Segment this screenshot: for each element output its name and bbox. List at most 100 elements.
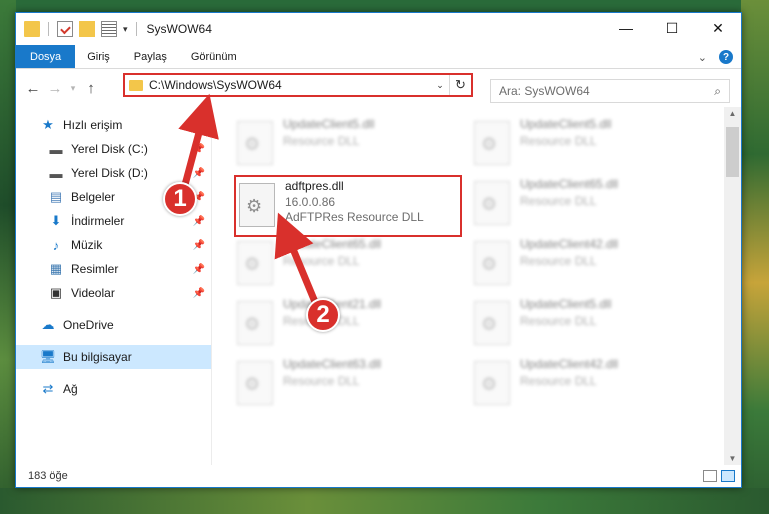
- file-description: Resource DLL: [520, 254, 597, 268]
- sidebar-item-local-disk-c[interactable]: ▬ Yerel Disk (C:) 📌: [16, 137, 211, 161]
- maximize-button[interactable]: ☐: [649, 13, 695, 43]
- item-count: 183 öğe: [28, 470, 68, 482]
- pin-icon[interactable]: 📌: [193, 216, 205, 227]
- view-options-icon[interactable]: [101, 21, 117, 37]
- dll-file-icon: [237, 301, 273, 345]
- dll-file-icon: [474, 121, 510, 165]
- callout-badge-1: 1: [163, 182, 197, 216]
- toolbar-separator: [48, 22, 49, 36]
- folder-icon: [129, 79, 143, 91]
- recent-locations-chevron-icon[interactable]: ▾: [66, 83, 80, 94]
- file-item[interactable]: UpdateClient63.dll Resource DLL: [237, 357, 457, 413]
- navigation-pane: ★ Hızlı erişim ▬ Yerel Disk (C:) 📌 ▬ Yer…: [16, 107, 212, 465]
- details-view-icon[interactable]: [703, 470, 717, 482]
- sidebar-item-quick-access[interactable]: ★ Hızlı erişim: [16, 113, 211, 137]
- dll-file-icon: [474, 241, 510, 285]
- dll-file-icon: [474, 301, 510, 345]
- tab-home[interactable]: Giriş: [75, 45, 122, 68]
- pin-icon[interactable]: 📌: [193, 144, 205, 155]
- sidebar-item-label: Belgeler: [71, 190, 116, 204]
- sidebar-item-label: Yerel Disk (C:): [71, 142, 148, 156]
- tab-file[interactable]: Dosya: [16, 45, 76, 68]
- file-item[interactable]: UpdateClient42.dll Resource DLL: [474, 237, 694, 293]
- documents-icon: ▤: [49, 189, 63, 204]
- sidebar-item-music[interactable]: ♪ Müzik 📌: [16, 233, 211, 257]
- help-icon[interactable]: ?: [719, 50, 733, 64]
- refresh-icon[interactable]: ↻: [449, 75, 471, 95]
- sidebar-item-network[interactable]: ⇄ Ağ: [16, 377, 211, 401]
- scroll-up-icon[interactable]: ▲: [724, 109, 741, 118]
- pin-icon[interactable]: 📌: [193, 288, 205, 299]
- pin-icon[interactable]: 📌: [193, 240, 205, 251]
- title-bar: ▾ SysWOW64 — ☐ ✕: [16, 13, 741, 45]
- highlighted-file-frame: adftpres.dll 16.0.0.86 AdFTPRes Resource…: [234, 175, 462, 237]
- file-item[interactable]: UpdateClient65.dll Resource DLL: [474, 177, 694, 233]
- ribbon-tabs: Dosya Giriş Paylaş Görünüm ⌄ ?: [16, 45, 741, 69]
- scrollbar-thumb[interactable]: [726, 127, 739, 177]
- file-name: UpdateClient65.dll: [283, 237, 382, 251]
- dll-file-icon: [237, 361, 273, 405]
- file-item[interactable]: UpdateClient5.dll Resource DLL: [474, 297, 694, 353]
- address-path[interactable]: C:\Windows\SysWOW64: [149, 78, 431, 92]
- drive-icon: ▬: [49, 141, 63, 157]
- file-item[interactable]: UpdateClient42.dll Resource DLL: [474, 357, 694, 413]
- file-item[interactable]: UpdateClient5.dll Resource DLL: [474, 117, 694, 173]
- drive-icon: ▬: [49, 165, 63, 181]
- scroll-down-icon[interactable]: ▼: [724, 454, 741, 463]
- toolbar-separator: [135, 22, 137, 36]
- dll-file-icon: [237, 121, 273, 165]
- file-description: Resource DLL: [520, 134, 597, 148]
- dll-file-icon: [237, 241, 273, 285]
- sidebar-item-videos[interactable]: ▣ Videolar 📌: [16, 281, 211, 305]
- sidebar-item-pictures[interactable]: ▦ Resimler 📌: [16, 257, 211, 281]
- vertical-scrollbar[interactable]: ▲ ▼: [724, 107, 741, 465]
- new-folder-icon[interactable]: [79, 21, 95, 37]
- address-dropdown-chevron-icon[interactable]: ⌄: [431, 80, 449, 91]
- file-name: UpdateClient5.dll: [520, 117, 612, 131]
- downloads-icon: ⬇: [50, 213, 62, 228]
- file-name: UpdateClient63.dll: [283, 357, 382, 371]
- file-item[interactable]: UpdateClient21.dll Resource DLL: [237, 297, 457, 353]
- up-arrow-icon[interactable]: ↑: [80, 80, 102, 97]
- search-input[interactable]: Ara: SysWOW64 ⌕: [490, 79, 730, 103]
- pictures-icon: ▦: [49, 261, 63, 276]
- pin-icon[interactable]: 📌: [193, 264, 205, 275]
- pin-icon[interactable]: 📌: [193, 168, 205, 179]
- sidebar-item-label: Yerel Disk (D:): [71, 166, 148, 180]
- desktop-background-right: [741, 0, 769, 514]
- file-item-adftpres[interactable]: adftpres.dll 16.0.0.86 AdFTPRes Resource…: [236, 177, 456, 233]
- file-item[interactable]: UpdateClient5.dll Resource DLL: [237, 117, 457, 173]
- forward-arrow-icon[interactable]: →: [44, 80, 66, 97]
- sidebar-item-label: Ağ: [63, 382, 78, 396]
- tab-share[interactable]: Paylaş: [122, 45, 179, 68]
- customize-toolbar-chevron-icon[interactable]: ▾: [123, 24, 128, 35]
- file-name: UpdateClient5.dll: [283, 117, 375, 131]
- properties-icon[interactable]: [57, 21, 73, 37]
- tab-view[interactable]: Görünüm: [179, 45, 249, 68]
- sidebar-item-this-pc[interactable]: 🖥 Bu bilgisayar: [16, 345, 211, 369]
- dll-file-icon: [474, 181, 510, 225]
- tiles-view-icon[interactable]: [721, 470, 735, 482]
- file-item[interactable]: UpdateClient65.dll Resource DLL: [237, 237, 457, 293]
- folder-icon: [24, 21, 40, 37]
- sidebar-item-label: Resimler: [71, 262, 119, 276]
- minimize-button[interactable]: —: [603, 13, 649, 43]
- file-description: AdFTPRes Resource DLL: [285, 210, 424, 224]
- search-icon[interactable]: ⌕: [714, 84, 721, 99]
- desktop-background-bottom: [0, 488, 769, 514]
- file-description: Resource DLL: [520, 314, 597, 328]
- cloud-icon: ☁: [41, 317, 55, 332]
- file-explorer-window: ▾ SysWOW64 — ☐ ✕ Dosya Giriş Paylaş Görü…: [15, 12, 742, 488]
- close-button[interactable]: ✕: [695, 13, 741, 43]
- explorer-body: ★ Hızlı erişim ▬ Yerel Disk (C:) 📌 ▬ Yer…: [16, 107, 741, 465]
- address-bar[interactable]: C:\Windows\SysWOW64 ⌄ ↻: [123, 73, 473, 97]
- file-description: Resource DLL: [283, 374, 360, 388]
- expand-ribbon-chevron-icon[interactable]: ⌄: [698, 51, 707, 64]
- file-name: UpdateClient42.dll: [520, 357, 619, 371]
- quick-access-toolbar: ▾: [16, 21, 139, 37]
- sidebar-item-label: Videolar: [71, 286, 115, 300]
- dll-file-icon: [239, 183, 275, 227]
- file-description: Resource DLL: [283, 134, 360, 148]
- sidebar-item-onedrive[interactable]: ☁ OneDrive: [16, 313, 211, 337]
- back-arrow-icon[interactable]: ←: [22, 80, 44, 97]
